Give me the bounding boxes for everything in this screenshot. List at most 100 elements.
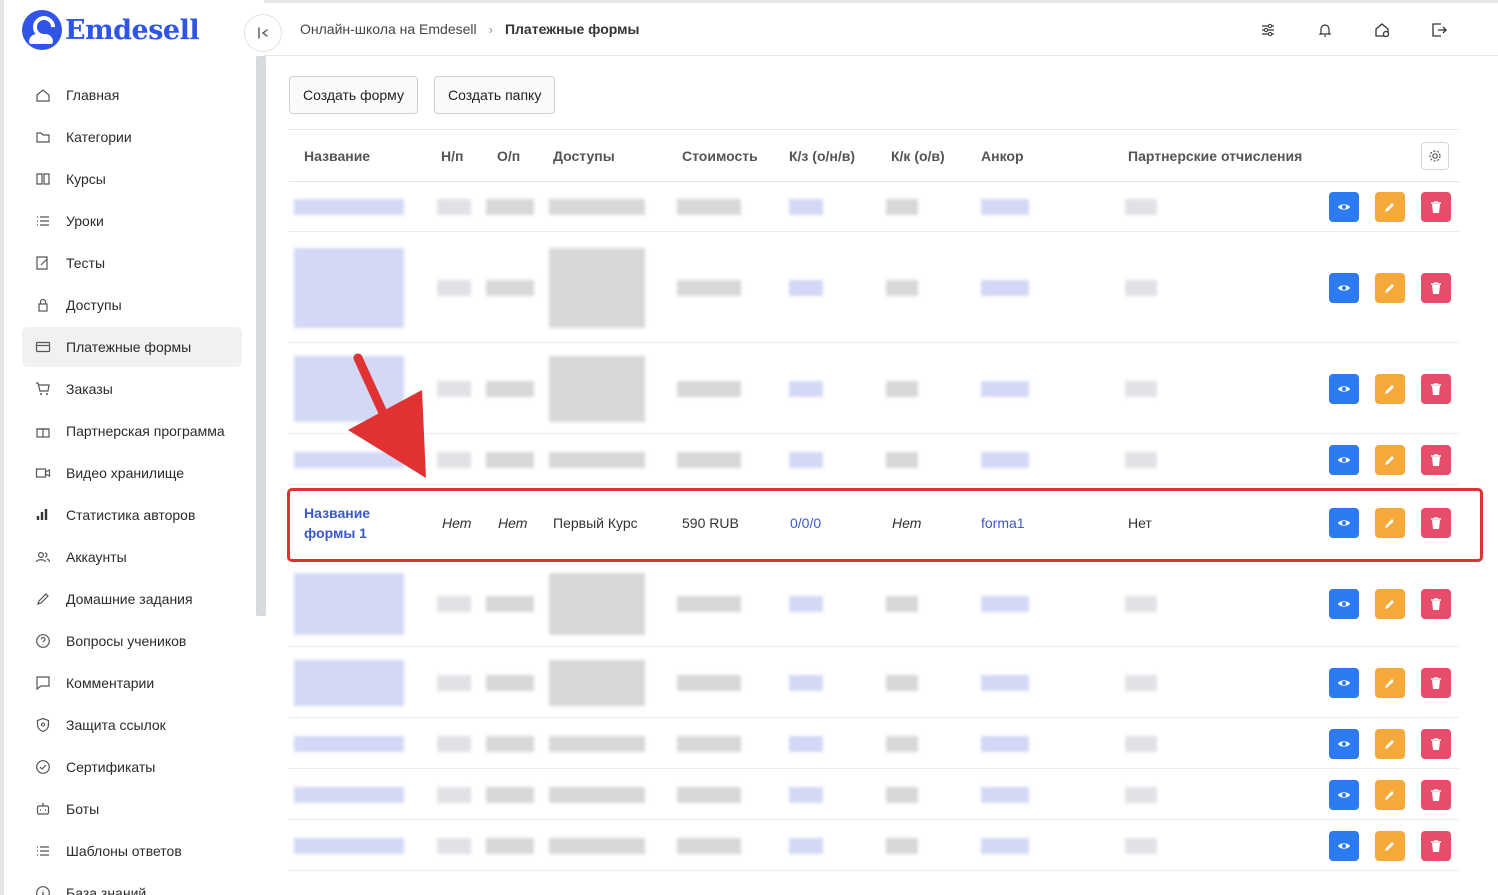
question-icon — [34, 632, 52, 650]
view-button[interactable] — [1329, 831, 1359, 861]
redacted-cell — [486, 199, 534, 215]
delete-button[interactable] — [1421, 780, 1451, 810]
sidebar-item-9[interactable]: Партнерская программа — [22, 411, 242, 451]
column-kz[interactable]: К/з (о/н/в) — [789, 148, 855, 164]
column-anchor[interactable]: Анкор — [981, 148, 1024, 164]
cell-kz[interactable]: 0/0/0 — [790, 515, 821, 531]
view-button[interactable] — [1329, 192, 1359, 222]
delete-button[interactable] — [1421, 192, 1451, 222]
pencil-icon — [1385, 284, 1394, 293]
sidebar-item-4[interactable]: Уроки — [22, 201, 242, 241]
sidebar-item-20[interactable]: База знаний — [22, 873, 242, 895]
form-name-link[interactable]: Название формы 1 — [304, 503, 394, 543]
sidebar-item-11[interactable]: Статистика авторов — [22, 495, 242, 535]
delete-button[interactable] — [1421, 831, 1451, 861]
redacted-cell — [1125, 838, 1157, 854]
column-np[interactable]: Н/п — [441, 148, 463, 164]
sidebar-item-2[interactable]: Категории — [22, 117, 242, 157]
view-button[interactable] — [1329, 445, 1359, 475]
delete-button[interactable] — [1421, 508, 1451, 538]
sidebar-item-12[interactable]: Аккаунты — [22, 537, 242, 577]
sidebar-item-10[interactable]: Видео хранилище — [22, 453, 242, 493]
redacted-cell — [486, 381, 534, 397]
trash-icon — [1431, 517, 1441, 529]
row-actions — [1329, 831, 1467, 861]
view-button[interactable] — [1329, 374, 1359, 404]
column-name[interactable]: Название — [304, 148, 370, 164]
breadcrumb-current: Платежные формы — [504, 21, 640, 37]
sidebar-item-17[interactable]: Сертификаты — [22, 747, 242, 787]
delete-button[interactable] — [1421, 374, 1451, 404]
sidebar-item-label: Партнерская программа — [66, 423, 225, 439]
redacted-cell — [437, 199, 471, 215]
sidebar-item-16[interactable]: Защита ссылок — [22, 705, 242, 745]
edit-button[interactable] — [1375, 729, 1405, 759]
sidebar-item-18[interactable]: Боты — [22, 789, 242, 829]
sidebar-item-7[interactable]: Платежные формы — [22, 327, 242, 367]
column-price[interactable]: Стоимость — [682, 148, 758, 164]
delete-button[interactable] — [1421, 445, 1451, 475]
redacted-cell — [789, 280, 823, 296]
cell-anchor[interactable]: forma1 — [981, 515, 1025, 531]
column-partner[interactable]: Партнерские отчисления — [1128, 148, 1302, 164]
redacted-cell — [886, 736, 918, 752]
sidebar-item-1[interactable]: Главная — [22, 75, 242, 115]
column-kk[interactable]: К/к (о/в) — [891, 148, 945, 164]
edit-button[interactable] — [1375, 273, 1405, 303]
credit-card-icon — [34, 338, 52, 356]
eye-icon — [1338, 285, 1350, 291]
redacted-cell — [677, 199, 741, 215]
redacted-cell — [886, 838, 918, 854]
view-button[interactable] — [1329, 780, 1359, 810]
sidebar-item-8[interactable]: Заказы — [22, 369, 242, 409]
create-form-button[interactable]: Создать форму — [289, 76, 418, 114]
redacted-cell — [981, 838, 1029, 854]
sidebar-item-15[interactable]: Комментарии — [22, 663, 242, 703]
sidebar-item-6[interactable]: Доступы — [22, 285, 242, 325]
table-row — [289, 435, 1459, 485]
view-button[interactable] — [1329, 729, 1359, 759]
logo[interactable]: Emdesell — [22, 10, 200, 50]
sidebar-item-19[interactable]: Шаблоны ответов — [22, 831, 242, 871]
edit-button[interactable] — [1375, 589, 1405, 619]
edit-button[interactable] — [1375, 831, 1405, 861]
breadcrumb-link-school[interactable]: Онлайн-школа на Emdesell — [300, 21, 477, 37]
delete-button[interactable] — [1421, 668, 1451, 698]
sidebar-item-5[interactable]: Тесты — [22, 243, 242, 283]
delete-button[interactable] — [1421, 589, 1451, 619]
pencil-icon — [1385, 203, 1394, 212]
column-access[interactable]: Доступы — [553, 148, 615, 164]
redacted-cell — [294, 356, 404, 422]
eye-icon — [1338, 680, 1350, 686]
sidebar-item-label: Платежные формы — [66, 339, 192, 355]
collapse-sidebar-button[interactable] — [244, 14, 282, 52]
column-op[interactable]: О/п — [497, 148, 520, 164]
edit-button[interactable] — [1375, 192, 1405, 222]
view-button[interactable] — [1329, 508, 1359, 538]
edit-button[interactable] — [1375, 780, 1405, 810]
view-button[interactable] — [1329, 668, 1359, 698]
table-settings-button[interactable] — [1421, 142, 1449, 170]
eye-icon — [1338, 520, 1350, 526]
edit-button[interactable] — [1375, 508, 1405, 538]
sidebar-item-13[interactable]: Домашние задания — [22, 579, 242, 619]
sidebar-item-3[interactable]: Курсы — [22, 159, 242, 199]
sliders-icon[interactable] — [1257, 19, 1279, 41]
view-button[interactable] — [1329, 589, 1359, 619]
delete-button[interactable] — [1421, 729, 1451, 759]
sidebar-item-label: Комментарии — [66, 675, 155, 691]
home-settings-icon[interactable] — [1371, 19, 1393, 41]
edit-button[interactable] — [1375, 374, 1405, 404]
sidebar-item-label: Заказы — [66, 381, 113, 397]
logout-icon[interactable] — [1428, 19, 1450, 41]
delete-button[interactable] — [1421, 273, 1451, 303]
sidebar-item-14[interactable]: Вопросы учеников — [22, 621, 242, 661]
redacted-cell — [1125, 596, 1157, 612]
table-row — [289, 821, 1459, 871]
create-folder-button[interactable]: Создать папку — [434, 76, 556, 114]
trash-icon — [1431, 383, 1441, 395]
edit-button[interactable] — [1375, 668, 1405, 698]
bell-icon[interactable] — [1314, 19, 1336, 41]
edit-button[interactable] — [1375, 445, 1405, 475]
view-button[interactable] — [1329, 273, 1359, 303]
